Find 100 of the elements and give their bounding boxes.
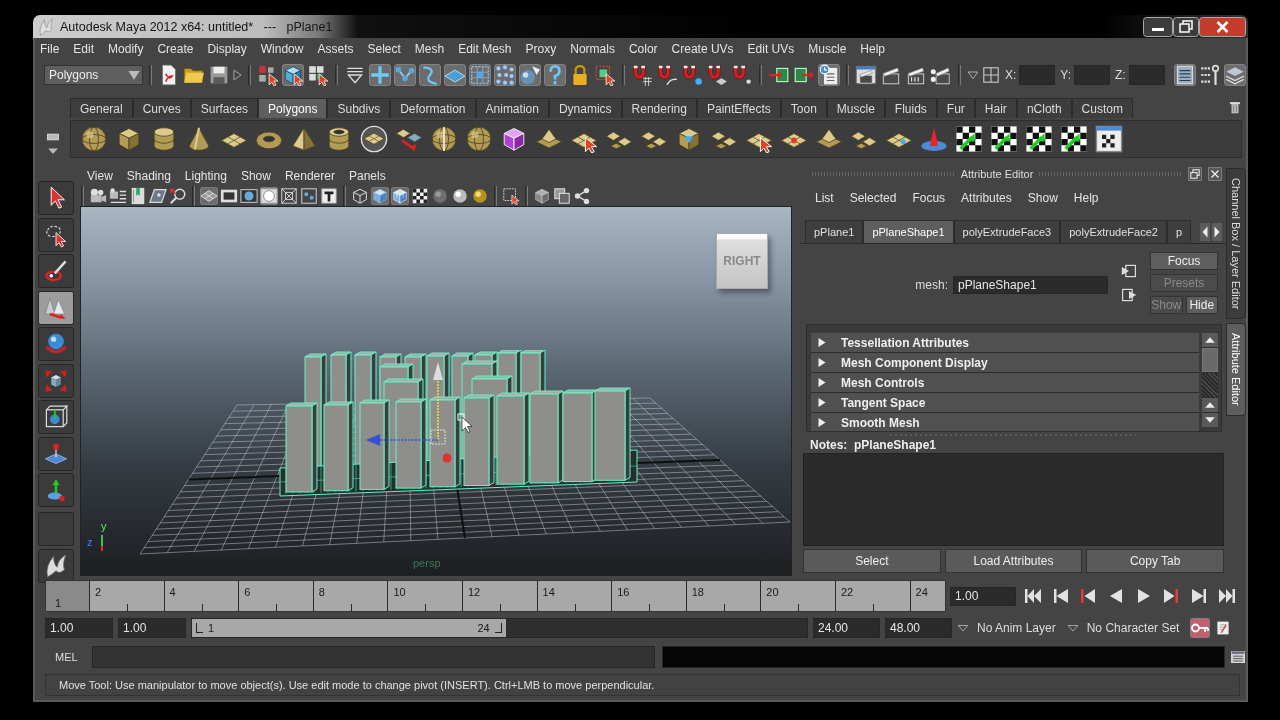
squares-cursor-icon[interactable]: [257, 64, 279, 86]
command-field[interactable]: [92, 646, 655, 668]
checker-arrow-icon[interactable]: [990, 125, 1018, 153]
magnet-point-icon[interactable]: [681, 64, 703, 86]
menu-item[interactable]: Edit: [73, 42, 95, 56]
channel-layers-icon[interactable]: [1223, 64, 1246, 86]
checker-icon[interactable]: [411, 187, 429, 205]
pyramid-icon[interactable]: [290, 125, 318, 153]
panel-menu-item[interactable]: Renderer: [284, 169, 335, 183]
checker-arrow-icon[interactable]: [1060, 125, 1088, 153]
panel-menu-item[interactable]: Lighting: [184, 169, 227, 183]
clapperboard-icon[interactable]: [905, 64, 927, 86]
shelf-tab[interactable]: PaintEffects: [696, 98, 781, 118]
menu-item[interactable]: Edit Mesh: [458, 42, 512, 56]
magnifier-icon[interactable]: [169, 187, 187, 205]
panel-menu-item[interactable]: Panels: [348, 169, 386, 183]
sphere-icon[interactable]: [80, 125, 108, 153]
field-chart-icon[interactable]: [280, 187, 298, 205]
side-tab[interactable]: Channel Box / Layer Editor: [1226, 168, 1246, 320]
arrow-left-icon[interactable]: [1200, 222, 1210, 241]
lattice-icon[interactable]: [469, 64, 491, 86]
section-header[interactable]: Mesh Component Display: [811, 353, 1199, 373]
sphere-light-icon[interactable]: [519, 64, 541, 86]
cube-icon[interactable]: [675, 125, 703, 153]
history-document-icon[interactable]: [818, 64, 840, 86]
shelf-tab[interactable]: Hair: [974, 98, 1017, 118]
checker-window-icon[interactable]: [1095, 125, 1123, 153]
skip-forward-icon[interactable]: [1216, 586, 1237, 606]
checker-arrow-icon[interactable]: [955, 125, 983, 153]
shelf-tab[interactable]: Curves: [132, 98, 191, 118]
character-set-dropdown[interactable]: No Character Set: [1066, 621, 1186, 635]
editor-button[interactable]: Hide: [1185, 295, 1218, 314]
arrow-out-box-icon[interactable]: [1121, 286, 1137, 303]
menu-item[interactable]: Create: [157, 42, 194, 56]
triangle-right-icon[interactable]: [817, 337, 827, 348]
magnet-plane-icon[interactable]: [706, 64, 728, 86]
shelf-tab[interactable]: Surfaces: [190, 98, 259, 118]
shelf-tab[interactable]: Animation: [475, 98, 549, 118]
magnet-icon[interactable]: [731, 64, 753, 86]
menu-item[interactable]: File: [40, 42, 60, 56]
sphere-ring-icon[interactable]: [38, 327, 74, 361]
panel-menu-item[interactable]: Focus: [912, 191, 946, 205]
render-window-icon[interactable]: [855, 64, 877, 86]
magnet-curve-icon[interactable]: [656, 64, 678, 86]
range-handle[interactable]: [494, 623, 502, 633]
ring-plane-icon[interactable]: [360, 125, 388, 153]
shaded-cube-icon[interactable]: [371, 187, 389, 205]
caret-icon[interactable]: [1066, 623, 1079, 633]
xray-cube-icon[interactable]: [533, 187, 551, 205]
sphere-icon[interactable]: [451, 187, 469, 205]
curve-icon[interactable]: [419, 64, 441, 86]
safe-action-icon[interactable]: [300, 187, 318, 205]
panel-menu-item[interactable]: Selected: [849, 191, 897, 205]
scrollbar-thumb[interactable]: [1202, 348, 1218, 372]
editor-button[interactable]: Focus: [1150, 251, 1218, 270]
menu-item[interactable]: Modify: [108, 42, 144, 56]
close-icon[interactable]: [1208, 167, 1222, 181]
action-button[interactable]: Load Attributes: [944, 549, 1083, 573]
notes-field[interactable]: [803, 453, 1224, 546]
wireframe-cube-icon[interactable]: [351, 187, 369, 205]
shelf-tab[interactable]: Fluids: [884, 98, 937, 118]
shelf-tab[interactable]: Subdivs: [327, 98, 391, 118]
shelf-tab[interactable]: Polygons: [258, 98, 328, 118]
surface-icon[interactable]: [444, 64, 466, 86]
overlapping-squares-icon[interactable]: [553, 187, 571, 205]
node-tab[interactable]: polyExtrudeFace2: [1060, 220, 1167, 243]
arrow-right-icon[interactable]: [1212, 222, 1222, 241]
shelf-tab[interactable]: Dynamics: [548, 98, 622, 118]
menu-item[interactable]: Select: [367, 42, 401, 56]
menu-item[interactable]: Normals: [570, 42, 615, 56]
cube-corners-icon[interactable]: [38, 363, 74, 398]
magnet-grid-icon[interactable]: [631, 64, 653, 86]
action-button[interactable]: Select: [803, 549, 941, 573]
crosshair-icon[interactable]: [982, 66, 1000, 84]
range-slider-track[interactable]: 1 24: [191, 618, 808, 638]
caret-icon[interactable]: [967, 69, 979, 81]
anim-layer-dropdown[interactable]: No Anim Layer: [957, 621, 1062, 635]
shelf-tab[interactable]: Toon: [780, 98, 827, 118]
panel-menu-item[interactable]: Shading: [126, 169, 171, 183]
shelf-tab[interactable]: Custom: [1071, 98, 1133, 118]
sphere-icon[interactable]: [471, 187, 489, 205]
arrow-up-icon[interactable]: [1202, 398, 1218, 412]
menu-item[interactable]: Proxy: [525, 42, 557, 56]
panel-menu-item[interactable]: Show: [1027, 191, 1058, 205]
section-header[interactable]: Mesh Controls: [811, 373, 1199, 393]
shelf-tab[interactable]: Deformation: [390, 98, 476, 118]
bookmark-icon[interactable]: [129, 187, 147, 205]
preferences-document-icon[interactable]: [1215, 620, 1232, 636]
translucent-cube-icon[interactable]: [500, 125, 528, 153]
section-header[interactable]: Tangent Space: [811, 393, 1199, 413]
menu-item[interactable]: Muscle: [808, 42, 847, 56]
coordinate-field[interactable]: [1128, 65, 1165, 85]
action-button[interactable]: Copy Tab: [1086, 549, 1224, 573]
arrow-cursor-icon[interactable]: [38, 181, 74, 215]
arrow-up-icon[interactable]: [1202, 333, 1218, 347]
checker-arrow-icon[interactable]: [1025, 125, 1053, 153]
shelf-tab[interactable]: nCloth: [1016, 98, 1072, 118]
menu-item[interactable]: Assets: [317, 42, 354, 56]
skip-back-icon[interactable]: [1023, 586, 1043, 606]
menu-item[interactable]: Display: [207, 42, 247, 56]
